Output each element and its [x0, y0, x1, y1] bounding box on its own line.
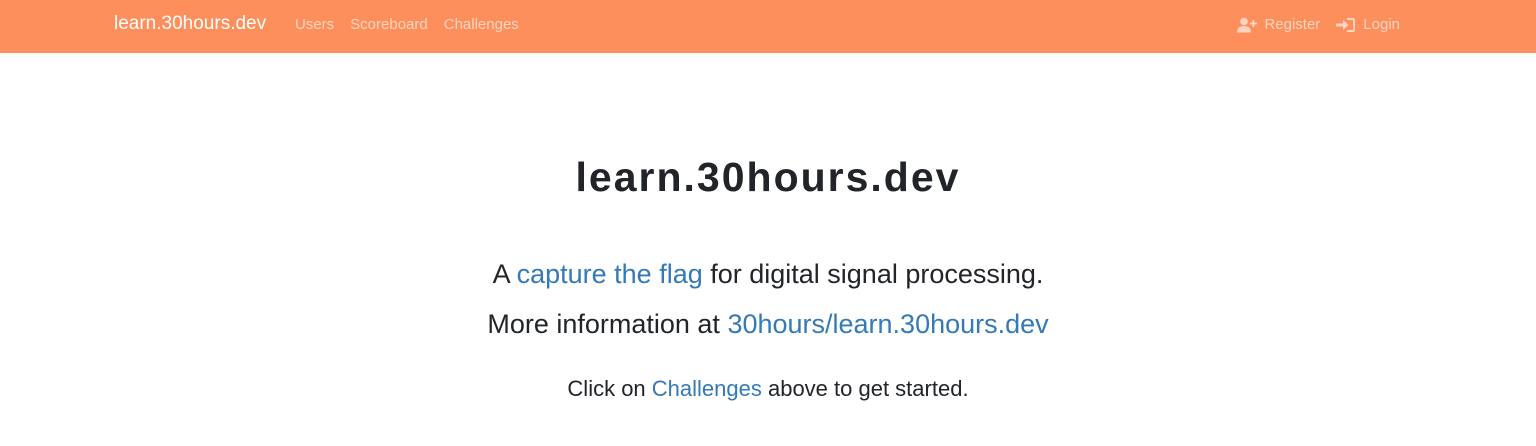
- register-label: Register: [1264, 16, 1321, 33]
- nav-right: Register Login: [1237, 16, 1400, 33]
- capture-the-flag-link[interactable]: capture the flag: [517, 259, 703, 289]
- brand-link[interactable]: learn.30hours.dev: [114, 13, 266, 35]
- get-started-prefix: Click on: [567, 376, 652, 401]
- nav-left: Users Scoreboard Challenges: [295, 16, 519, 33]
- nav-link-challenges[interactable]: Challenges: [444, 16, 519, 33]
- repo-link[interactable]: 30hours/learn.30hours.dev: [727, 309, 1048, 339]
- intro-line: A capture the flag for digital signal pr…: [0, 249, 1536, 299]
- page-title: learn.30hours.dev: [575, 154, 961, 200]
- main-content: learn.30hours.dev A capture the flag for…: [0, 53, 1536, 409]
- login-button[interactable]: Login: [1336, 16, 1400, 33]
- login-label: Login: [1363, 16, 1400, 33]
- info-prefix: More information at: [487, 309, 728, 339]
- sign-in-icon: [1336, 17, 1356, 32]
- register-button[interactable]: Register: [1237, 16, 1320, 33]
- intro-prefix: A: [492, 259, 517, 289]
- user-plus-icon: [1237, 17, 1258, 32]
- nav-link-scoreboard[interactable]: Scoreboard: [350, 16, 428, 33]
- nav-link-users[interactable]: Users: [295, 16, 334, 33]
- intro-suffix: for digital signal processing.: [702, 259, 1044, 289]
- navbar: learn.30hours.dev Users Scoreboard Chall…: [0, 0, 1536, 53]
- get-started-line: Click on Challenges above to get started…: [0, 369, 1536, 409]
- get-started-suffix: above to get started.: [761, 376, 969, 401]
- info-line: More information at 30hours/learn.30hour…: [0, 299, 1536, 349]
- challenges-link[interactable]: Challenges: [652, 376, 762, 401]
